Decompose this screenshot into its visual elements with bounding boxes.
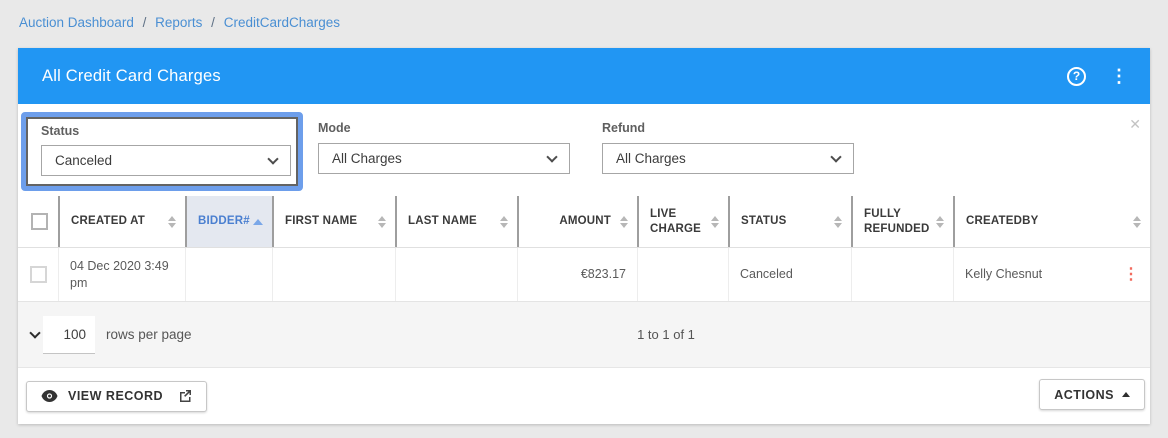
cell-created-at: 04 Dec 2020 3:49 pm [58, 248, 185, 301]
refund-select-value: All Charges [616, 151, 686, 166]
status-filter-group: Status Canceled [26, 117, 298, 186]
column-label: CREATED AT [71, 214, 145, 229]
mode-select-value: All Charges [332, 151, 402, 166]
actions-label: ACTIONS [1054, 388, 1114, 402]
open-in-new-icon [179, 390, 192, 403]
status-filter-highlight: Status Canceled [21, 112, 303, 191]
breadcrumb-link-auction-dashboard[interactable]: Auction Dashboard [19, 15, 134, 30]
status-filter-label: Status [41, 124, 296, 138]
pagination-range: 1 to 1 of 1 [100, 327, 1168, 342]
view-record-button[interactable]: VIEW RECORD [26, 381, 207, 412]
cell-last-name [395, 248, 517, 301]
sort-icon [620, 216, 628, 228]
table-row[interactable]: 04 Dec 2020 3:49 pm €823.17 Canceled Kel… [18, 248, 1150, 302]
column-header-last-name[interactable]: LAST NAME [395, 196, 517, 247]
actions-button[interactable]: ACTIONS [1039, 379, 1145, 410]
triangle-up-icon [1122, 392, 1130, 397]
cell-fully-refunded [851, 248, 953, 301]
help-icon[interactable]: ? [1067, 67, 1086, 86]
column-label: BIDDER# [198, 214, 250, 229]
chevron-down-icon [830, 151, 841, 162]
breadcrumb-link-creditcardcharges[interactable]: CreditCardCharges [224, 15, 340, 30]
credit-card-charges-panel: All Credit Card Charges ? ⋮ ✕ Status Can… [18, 48, 1150, 424]
filter-panel: ✕ Status Canceled Mode All Charges Refun… [18, 104, 1150, 196]
select-all-checkbox[interactable] [31, 213, 48, 230]
row-checkbox-cell [18, 248, 58, 301]
column-header-status[interactable]: STATUS [728, 196, 851, 247]
kebab-menu-icon[interactable]: ⋮ [1110, 67, 1128, 85]
sort-ascending-icon [253, 219, 263, 225]
column-label: LIVE CHARGE [650, 207, 711, 237]
breadcrumb-separator: / [211, 15, 215, 30]
column-header-fully-refunded[interactable]: FULLY REFUNDED [851, 196, 953, 247]
breadcrumb-link-reports[interactable]: Reports [155, 15, 202, 30]
status-select[interactable]: Canceled [41, 145, 291, 176]
status-select-value: Canceled [55, 153, 112, 168]
cell-live-charge [637, 248, 728, 301]
mode-select[interactable]: All Charges [318, 143, 570, 174]
sort-icon [936, 216, 944, 228]
eye-icon [41, 390, 58, 402]
refund-filter-group: Refund All Charges [602, 121, 854, 174]
cell-bidder [185, 248, 272, 301]
column-label: FIRST NAME [285, 214, 357, 229]
chevron-down-icon [267, 153, 278, 164]
sort-icon [711, 216, 719, 228]
header-icons: ? ⋮ [1067, 67, 1128, 86]
mode-filter-label: Mode [318, 121, 570, 135]
refund-select[interactable]: All Charges [602, 143, 854, 174]
rows-per-page-label: rows per page [106, 327, 192, 342]
rows-per-page-value: 100 [43, 316, 95, 354]
mode-filter-group: Mode All Charges [318, 121, 570, 174]
refund-filter-label: Refund [602, 121, 854, 135]
close-icon[interactable]: ✕ [1129, 116, 1141, 133]
column-header-created-at[interactable]: CREATED AT [58, 196, 185, 247]
view-record-label: VIEW RECORD [68, 389, 163, 403]
column-label: STATUS [741, 214, 787, 229]
select-all-checkbox-cell [18, 196, 58, 247]
sort-icon [834, 216, 842, 228]
column-label: AMOUNT [559, 214, 611, 229]
table-header-row: CREATED AT BIDDER# FIRST NAME LAST NAME … [18, 196, 1150, 248]
createdby-value: Kelly Chesnut [965, 266, 1042, 283]
page-title: All Credit Card Charges [42, 67, 221, 86]
breadcrumb: Auction Dashboard / Reports / CreditCard… [19, 15, 340, 30]
row-menu-icon[interactable]: ⋮ [1123, 264, 1139, 286]
cell-amount: €823.17 [517, 248, 637, 301]
panel-header: All Credit Card Charges ? ⋮ [18, 48, 1150, 104]
column-header-amount[interactable]: AMOUNT [517, 196, 637, 247]
sort-icon [500, 216, 508, 228]
column-label: CREATEDBY [966, 214, 1039, 229]
cell-first-name [272, 248, 395, 301]
chevron-down-icon [29, 327, 40, 338]
row-checkbox[interactable] [30, 266, 47, 283]
rows-per-page-select[interactable]: 100 rows per page [31, 316, 192, 354]
footer-action-bar: VIEW RECORD ACTIONS [18, 368, 1150, 424]
column-label: LAST NAME [408, 214, 477, 229]
column-header-createdby[interactable]: CREATEDBY [953, 196, 1150, 247]
breadcrumb-separator: / [143, 15, 147, 30]
column-header-first-name[interactable]: FIRST NAME [272, 196, 395, 247]
sort-icon [378, 216, 386, 228]
column-label: FULLY REFUNDED [864, 207, 936, 237]
column-header-bidder[interactable]: BIDDER# [185, 196, 272, 247]
chevron-down-icon [546, 151, 557, 162]
cell-createdby: Kelly Chesnut ⋮ [953, 248, 1150, 301]
sort-icon [1133, 216, 1141, 228]
column-header-live-charge[interactable]: LIVE CHARGE [637, 196, 728, 247]
sort-icon [168, 216, 176, 228]
cell-status: Canceled [728, 248, 851, 301]
pagination-bar: 100 rows per page 1 to 1 of 1 [18, 302, 1150, 368]
